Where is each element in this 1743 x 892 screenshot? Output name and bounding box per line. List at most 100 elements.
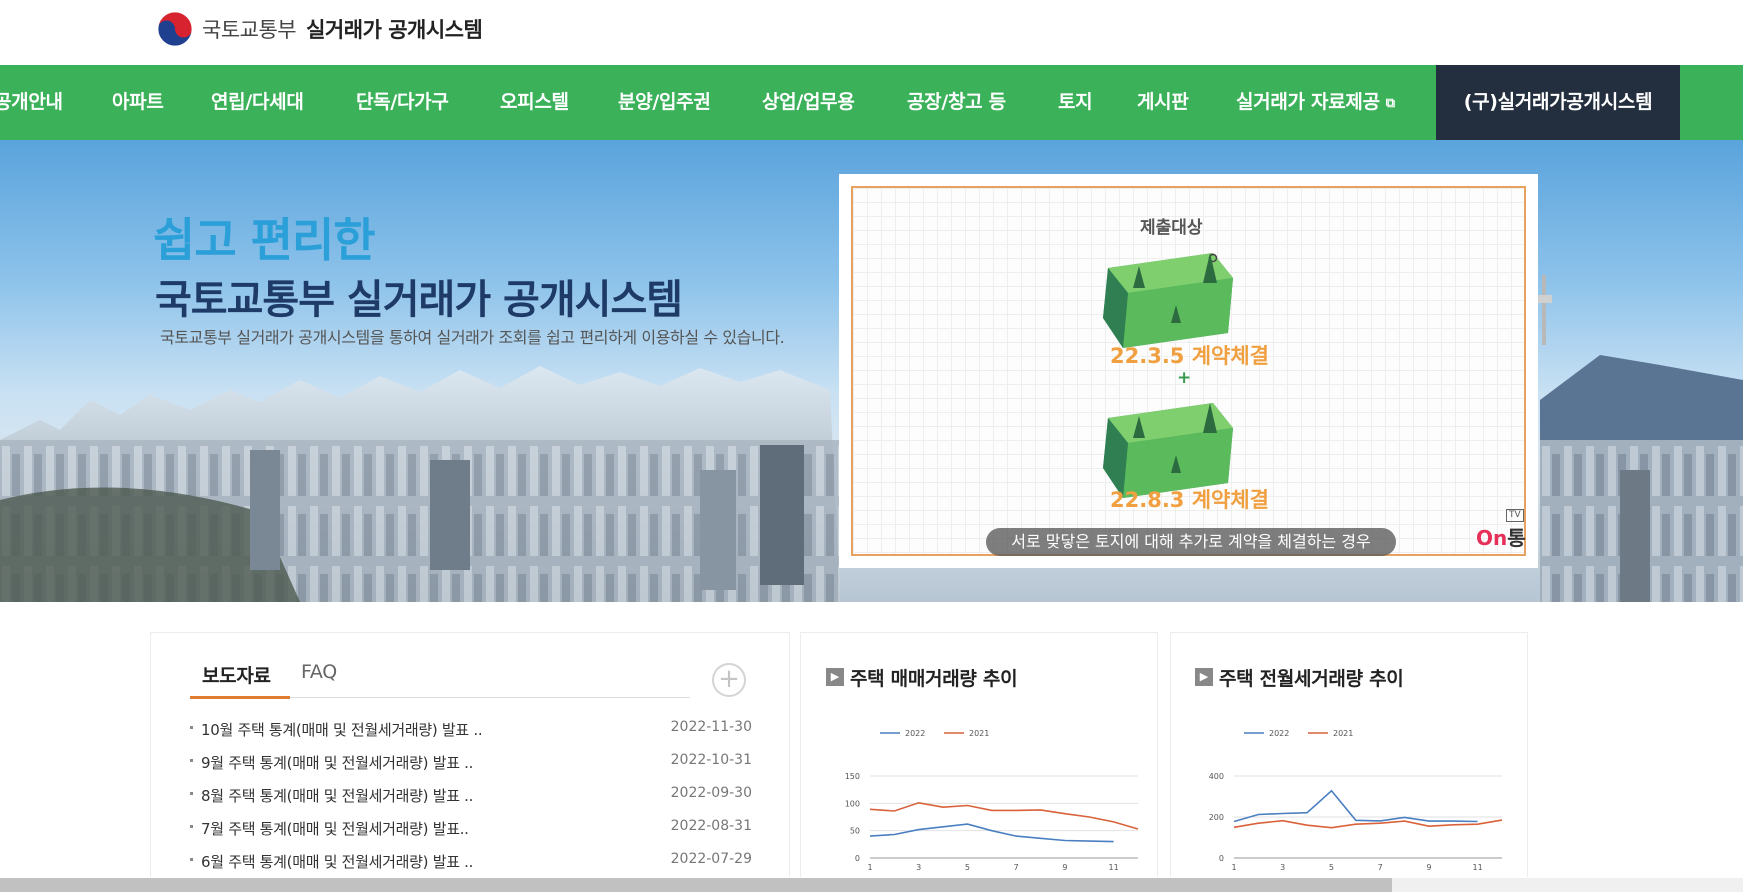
- video-date-second: 22.8.3 계약체결: [1110, 488, 1269, 512]
- nav-item-board[interactable]: 게시판: [1137, 65, 1189, 140]
- news-date: 2022-09-30: [670, 785, 752, 801]
- news-date: 2022-11-30: [670, 719, 752, 735]
- series-line-2022: [869, 823, 1114, 843]
- bullet-icon: [190, 825, 193, 828]
- nav-label: 연립/다세대: [211, 91, 304, 113]
- sale-trend-title: 주택 매매거래량 추이: [850, 667, 1018, 690]
- x-tick-label: 9: [1426, 863, 1431, 872]
- nav-item-officetel[interactable]: 오피스텔: [500, 65, 569, 140]
- bullet-icon: [190, 759, 193, 762]
- legend-label: 2022: [1269, 729, 1289, 738]
- video-label: 제출대상: [1140, 218, 1203, 238]
- tab-faq[interactable]: FAQ: [301, 661, 337, 683]
- hero-slogan: 쉽고 편리한: [153, 213, 376, 267]
- list-item[interactable]: 8월 주택 통계(매매 및 전월세거래량) 발표 .. 2022-09-30: [190, 783, 752, 807]
- news-date: 2022-07-29: [670, 851, 752, 867]
- ontong-tv-logo: On통 TV: [1476, 509, 1526, 551]
- ministry-name: 국토교통부: [202, 18, 297, 42]
- nav-label: 분양/입주권: [618, 91, 711, 113]
- nav-item-notice[interactable]: 공개안내: [0, 65, 63, 140]
- hero-title: 국토교통부 실거래가 공개시스템: [155, 277, 683, 323]
- video-subtitle: 서로 맞닿은 토지에 대해 추가로 계약을 체결하는 경우: [986, 528, 1396, 556]
- video-plus: +: [1177, 368, 1192, 388]
- x-tick-label: 1: [1231, 863, 1236, 872]
- list-item[interactable]: 7월 주택 통계(매매 및 전월세거래량) 발표.. 2022-08-31: [190, 816, 752, 840]
- sale-trend-heading[interactable]: ▶ 주택 매매거래량 추이: [826, 664, 1018, 690]
- tab-divider: [290, 697, 690, 698]
- x-tick-label: 3: [1280, 863, 1285, 872]
- news-title: 7월 주택 통계(매매 및 전월세거래량) 발표..: [201, 820, 469, 838]
- list-item[interactable]: 9월 주택 통계(매매 및 전월세거래량) 발표 .. 2022-10-31: [190, 750, 752, 774]
- nav-label: 게시판: [1137, 91, 1189, 113]
- nav-item-townhouse[interactable]: 연립/다세대: [211, 65, 304, 140]
- land-parcel-top: [1103, 253, 1233, 348]
- x-tick-label: 5: [1329, 863, 1334, 872]
- horizontal-scrollbar[interactable]: [0, 878, 1743, 892]
- x-tick-label: 7: [1014, 863, 1019, 872]
- legend-label: 2021: [969, 729, 989, 738]
- x-tick-label: 9: [1062, 863, 1067, 872]
- system-name: 실거래가 공개시스템: [306, 18, 483, 42]
- nav-item-presale[interactable]: 분양/입주권: [618, 65, 711, 140]
- nav-label: 토지: [1058, 91, 1093, 113]
- news-title: 6월 주택 통계(매매 및 전월세거래량) 발표 ..: [201, 853, 474, 871]
- arrow-right-icon: ▶: [1195, 668, 1213, 686]
- site-logo[interactable]: 국토교통부 실거래가 공개시스템: [156, 10, 483, 48]
- y-tick-label: 0: [1219, 854, 1224, 863]
- y-tick-label: 50: [850, 827, 860, 836]
- scrollbar-thumb[interactable]: [0, 878, 1392, 892]
- bullet-icon: [190, 726, 193, 729]
- nav-item-detached-house[interactable]: 단독/다가구: [356, 65, 449, 140]
- y-tick-label: 200: [1209, 813, 1224, 822]
- nav-label: 단독/다가구: [356, 91, 449, 113]
- nav-label: 아파트: [112, 91, 164, 113]
- rent-trend-heading[interactable]: ▶ 주택 전월세거래량 추이: [1195, 664, 1404, 690]
- y-tick-label: 100: [845, 799, 860, 808]
- nav-label: 실거래가 자료제공: [1236, 91, 1380, 113]
- news-title: 10월 주택 통계(매매 및 전월세거래량) 발표 ..: [201, 721, 483, 739]
- nav-item-commercial[interactable]: 상업/업무용: [762, 65, 855, 140]
- bullet-icon: [190, 792, 193, 795]
- tab-press-release[interactable]: 보도자료: [202, 661, 271, 688]
- news-title: 8월 주택 통계(매매 및 전월세거래량) 발표 ..: [201, 787, 474, 805]
- sale-trend-chart: 0 50 100 150 1 3 5 7 9 11 2022 2021: [845, 729, 1139, 872]
- active-tab-indicator: [190, 696, 290, 699]
- old-system-link[interactable]: (구)실거래가공개시스템: [1436, 65, 1680, 140]
- news-date: 2022-08-31: [670, 818, 752, 834]
- legend-label: 2022: [905, 729, 925, 738]
- y-tick-label: 0: [855, 854, 860, 863]
- nav-label: 공장/창고 등: [907, 91, 1006, 113]
- x-tick-label: 11: [1109, 863, 1119, 872]
- news-title: 9월 주택 통계(매매 및 전월세거래량) 발표 ..: [201, 754, 474, 772]
- brand-on: On: [1476, 526, 1508, 550]
- x-tick-label: 11: [1473, 863, 1483, 872]
- nav-item-apartment[interactable]: 아파트: [112, 65, 164, 140]
- x-tick-label: 7: [1378, 863, 1383, 872]
- arrow-right-icon: ▶: [826, 668, 844, 686]
- nav-label: 오피스텔: [500, 91, 569, 113]
- rent-trend-title: 주택 전월세거래량 추이: [1219, 667, 1404, 690]
- nav-item-land[interactable]: 토지: [1058, 65, 1093, 140]
- plus-circle-icon[interactable]: +: [712, 663, 746, 697]
- main-nav: 공개안내 아파트 연립/다세대 단독/다가구 오피스텔 분양/입주권 상업/업무…: [0, 65, 1743, 140]
- list-item[interactable]: 10월 주택 통계(매매 및 전월세거래량) 발표 .. 2022-11-30: [190, 717, 752, 741]
- series-line-2021: [869, 801, 1139, 830]
- top-header: 국토교통부 실거래가 공개시스템: [0, 0, 1743, 65]
- external-link-icon: ⧉: [1385, 96, 1395, 111]
- bullet-icon: [190, 858, 193, 861]
- nav-label: 상업/업무용: [762, 91, 855, 113]
- taegeuk-logo-icon: [157, 11, 193, 47]
- brand-tv: TV: [1506, 509, 1524, 522]
- list-item[interactable]: 6월 주택 통계(매매 및 전월세거래량) 발표 .. 2022-07-29: [190, 849, 752, 873]
- x-tick-label: 3: [916, 863, 921, 872]
- y-tick-label: 400: [1209, 772, 1224, 781]
- nav-item-data-provision[interactable]: 실거래가 자료제공 ⧉: [1236, 65, 1395, 140]
- y-tick-label: 150: [845, 772, 860, 781]
- brand-tong: 통: [1507, 526, 1526, 550]
- x-tick-label: 5: [965, 863, 970, 872]
- news-date: 2022-10-31: [670, 752, 752, 768]
- nav-item-factory[interactable]: 공장/창고 등: [907, 65, 1006, 140]
- x-tick-label: 1: [867, 863, 872, 872]
- legend-label: 2021: [1333, 729, 1353, 738]
- video-date-first: 22.3.5 계약체결: [1110, 344, 1269, 368]
